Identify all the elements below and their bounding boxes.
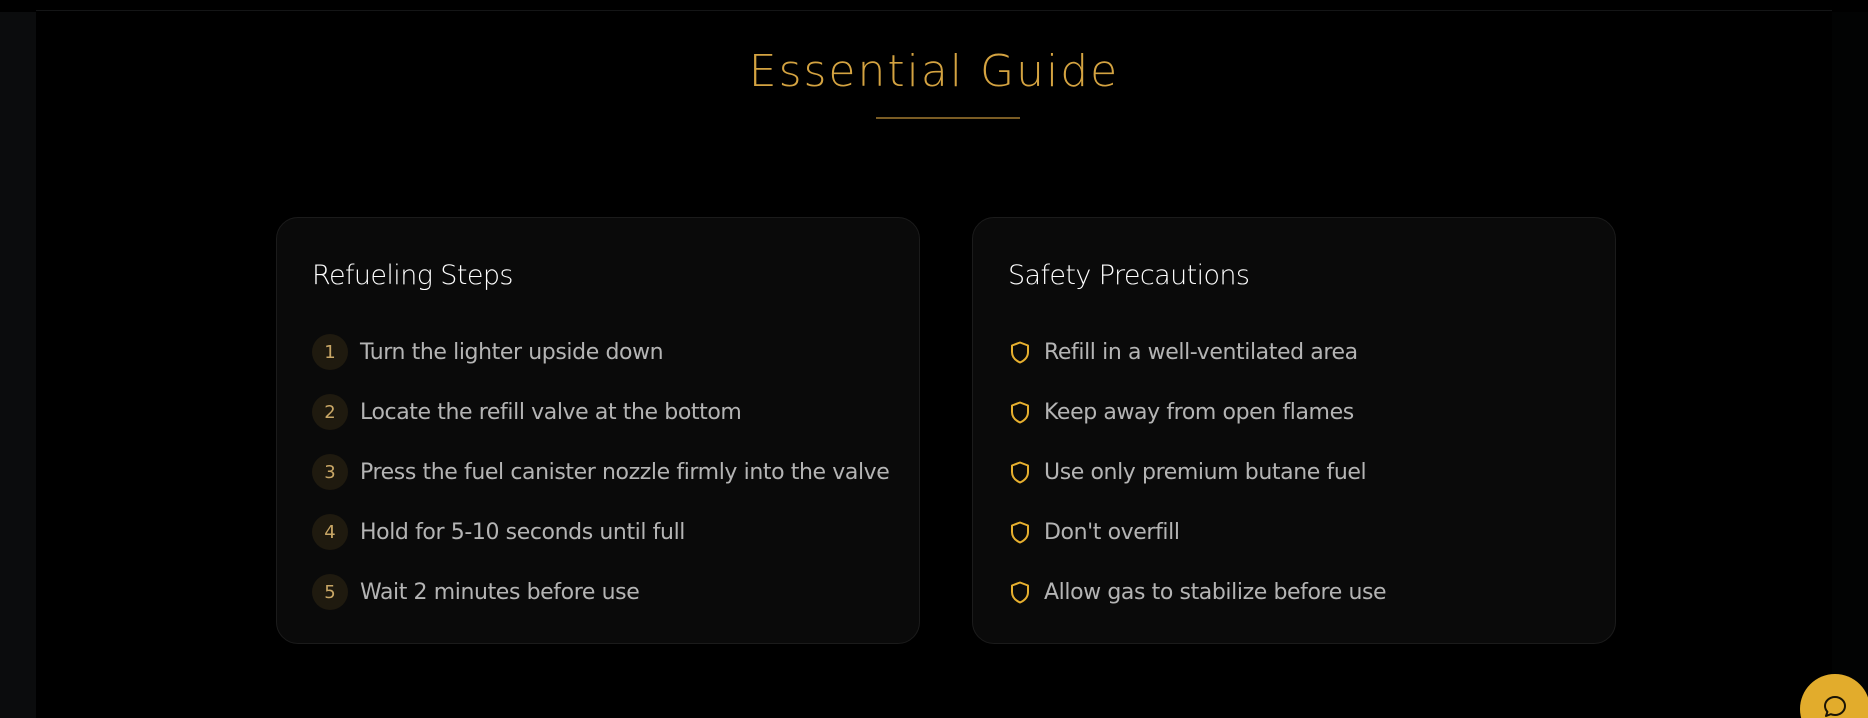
shield-icon [1008,400,1032,424]
precaution-text: Allow gas to stabilize before use [1044,579,1387,605]
step-item: 2 Locate the refill valve at the bottom [312,392,889,432]
step-number-badge: 2 [312,394,348,430]
step-number-badge: 3 [312,454,348,490]
shield-icon [1008,460,1032,484]
precaution-text: Don't overfill [1044,519,1180,545]
step-text: Turn the lighter upside down [360,339,664,365]
step-text: Locate the refill valve at the bottom [360,399,742,425]
step-text: Hold for 5-10 seconds until full [360,519,685,545]
step-item: 4 Hold for 5-10 seconds until full [312,512,889,552]
shield-icon [1008,520,1032,544]
safety-precautions-list: Refill in a well-ventilated area Keep aw… [1008,332,1387,632]
step-item: 5 Wait 2 minutes before use [312,572,889,612]
refueling-steps-title: Refueling Steps [312,260,513,291]
right-edge-panel [1832,12,1868,718]
precaution-text: Use only premium butane fuel [1044,459,1367,485]
shield-icon [1008,580,1032,604]
chat-bubble-icon [1822,694,1848,718]
step-number-badge: 1 [312,334,348,370]
step-text: Wait 2 minutes before use [360,579,640,605]
shield-icon [1008,340,1032,364]
precaution-item: Allow gas to stabilize before use [1008,572,1387,612]
section-title: Essential Guide [748,46,1120,97]
refueling-steps-card: Refueling Steps 1 Turn the lighter upsid… [276,217,920,644]
title-underline [876,117,1020,119]
refueling-steps-list: 1 Turn the lighter upside down 2 Locate … [312,332,890,632]
safety-precautions-title: Safety Precautions [1008,260,1250,291]
precaution-text: Keep away from open flames [1044,399,1354,425]
section-header: Essential Guide [0,42,1868,102]
step-number-badge: 5 [312,574,348,610]
precaution-item: Don't overfill [1008,512,1386,552]
left-edge-panel [0,12,36,718]
page: Essential Guide Refueling Steps 1 Turn t… [0,0,1868,718]
precaution-item: Refill in a well-ventilated area [1008,332,1386,372]
precaution-item: Use only premium butane fuel [1008,452,1386,492]
precaution-text: Refill in a well-ventilated area [1044,339,1358,365]
step-item: 3 Press the fuel canister nozzle firmly … [312,452,890,492]
top-divider [36,10,1832,11]
step-text: Press the fuel canister nozzle firmly in… [360,459,890,485]
safety-precautions-card: Safety Precautions Refill in a well-vent… [972,217,1616,644]
step-number-badge: 4 [312,514,348,550]
step-item: 1 Turn the lighter upside down [312,332,889,372]
precaution-item: Keep away from open flames [1008,392,1386,432]
